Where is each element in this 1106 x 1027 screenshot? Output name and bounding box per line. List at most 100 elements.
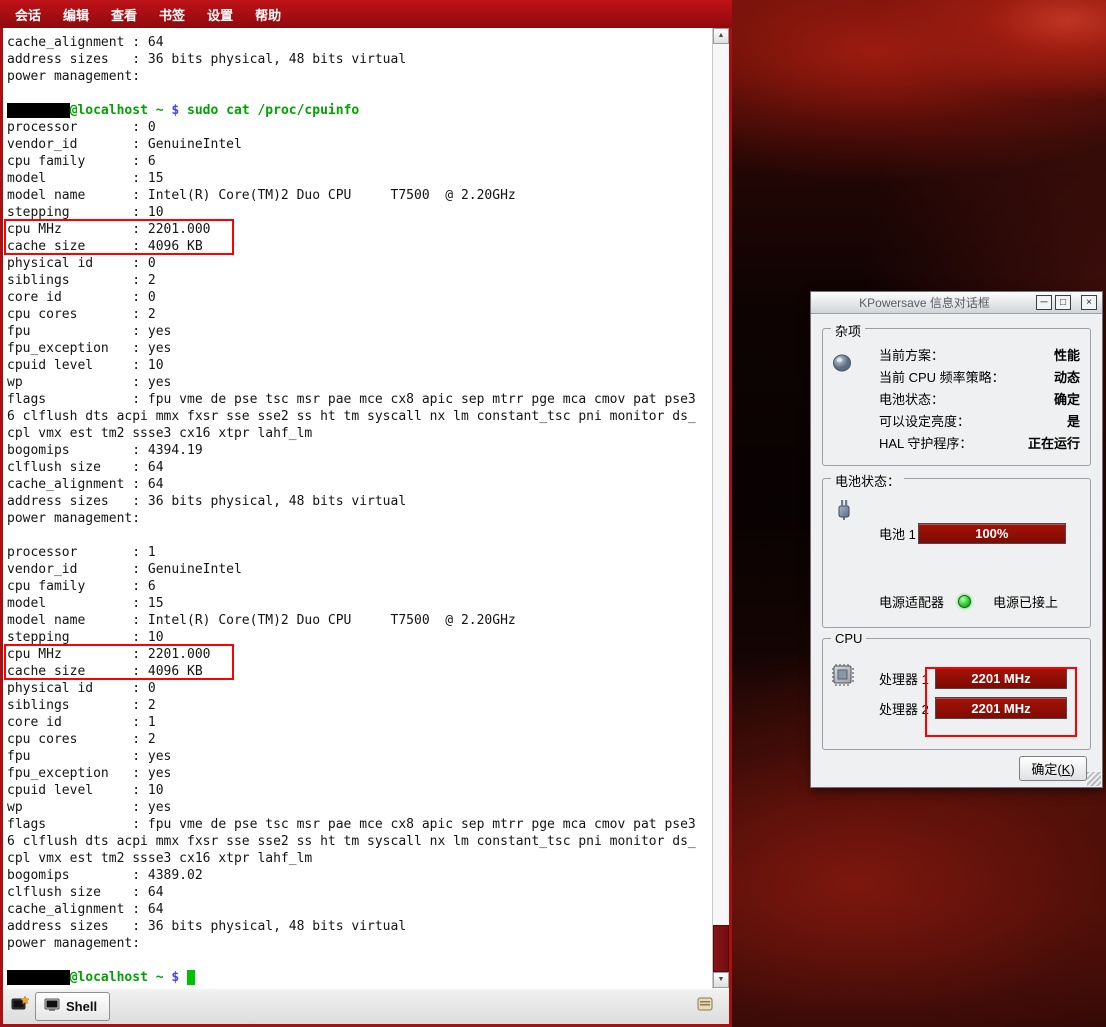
cpu-frequency-bar: 2201 MHz bbox=[935, 667, 1067, 689]
terminal-line: processor : 0 bbox=[7, 119, 712, 136]
resize-grip[interactable] bbox=[1087, 772, 1101, 786]
terminal-line: power management: bbox=[7, 935, 712, 952]
terminal-line: cache_alignment : 64 bbox=[7, 34, 712, 51]
info-row: 当前方案： 性能 bbox=[879, 343, 1080, 365]
info-label: 电池状态： bbox=[879, 389, 944, 408]
terminal-line: model : 15 bbox=[7, 170, 712, 187]
terminal-scrollbar[interactable]: ▲ ▼ bbox=[712, 28, 729, 988]
battery-row: 电池 1 100% bbox=[879, 523, 1080, 544]
adapter-row: 电源适配器 电源已接上 bbox=[879, 592, 1080, 611]
adapter-led-indicator bbox=[958, 595, 971, 608]
info-row: HAL 守护程序：正在运行 bbox=[879, 431, 1080, 453]
terminal-line: fpu_exception : yes bbox=[7, 340, 712, 357]
terminal-text-span: cache size : 4096 KB bbox=[7, 664, 203, 679]
close-button[interactable]: × bbox=[1081, 295, 1097, 310]
dialog-body: 杂项 当前方案：性能当前 CPU 频率策略：动态电池状态：确定可以设定亮度：是H… bbox=[811, 314, 1102, 789]
scrollbar-up-button[interactable]: ▲ bbox=[713, 28, 729, 44]
terminal-line: processor : 1 bbox=[7, 544, 712, 561]
terminal-line: stepping : 10 bbox=[7, 204, 712, 221]
terminal-text-span: physical id : 0 bbox=[7, 681, 156, 696]
terminal-line: cpu family : 6 bbox=[7, 153, 712, 170]
tab-bar: Shell bbox=[3, 988, 729, 1024]
terminal-text-span: power management: bbox=[7, 511, 140, 526]
terminal-text-span: flags : fpu vme de pse tsc msr pae mce c… bbox=[7, 392, 696, 407]
scrollbar-track[interactable] bbox=[713, 44, 729, 972]
misc-group-title: 杂项 bbox=[831, 321, 865, 340]
terminal-text-span: power management: bbox=[7, 69, 140, 84]
menu-session[interactable]: 会话 bbox=[4, 2, 52, 27]
menubar: 会话编辑查看书签设置帮助 bbox=[0, 0, 732, 28]
terminal-text-span: core id : 1 bbox=[7, 715, 156, 730]
terminal-line: flags : fpu vme de pse tsc msr pae mce c… bbox=[7, 816, 712, 833]
dialog-button-row: 确定(K) bbox=[822, 756, 1091, 781]
terminal-text-span: cpu family : 6 bbox=[7, 579, 156, 594]
battery-icon bbox=[833, 497, 855, 524]
new-session-button[interactable] bbox=[7, 993, 33, 1021]
terminal-line: flags : fpu vme de pse tsc msr pae mce c… bbox=[7, 391, 712, 408]
terminal-text-span: cpu family : 6 bbox=[7, 154, 156, 169]
session-list-button[interactable] bbox=[693, 995, 717, 1019]
terminal-lines: cache_alignment : 64address sizes : 36 b… bbox=[7, 34, 712, 986]
redacted-username bbox=[7, 970, 70, 985]
battery-progressbar: 100% bbox=[918, 523, 1066, 544]
terminal-line: cpu MHz : 2201.000 bbox=[7, 646, 712, 663]
misc-rows: 当前方案：性能当前 CPU 频率策略：动态电池状态：确定可以设定亮度：是HAL … bbox=[879, 343, 1080, 453]
minimize-button[interactable]: ─ bbox=[1036, 295, 1052, 310]
terminal-text-span: clflush size : 64 bbox=[7, 460, 164, 475]
terminal-text-span: cpu cores : 2 bbox=[7, 307, 156, 322]
maximize-button[interactable]: □ bbox=[1055, 295, 1071, 310]
ok-button[interactable]: 确定(K) bbox=[1019, 756, 1087, 781]
menu-view[interactable]: 查看 bbox=[100, 2, 148, 27]
terminal-line: wp : yes bbox=[7, 374, 712, 391]
info-value: 是 bbox=[1067, 411, 1080, 430]
terminal-line: @localhost ~ $ bbox=[7, 969, 712, 986]
terminal-line: core id : 1 bbox=[7, 714, 712, 731]
terminal-line: address sizes : 36 bits physical, 48 bit… bbox=[7, 918, 712, 935]
info-label: HAL 守护程序： bbox=[879, 433, 972, 452]
battery-percent: 100% bbox=[975, 526, 1008, 541]
terminal-line: bogomips : 4394.19 bbox=[7, 442, 712, 459]
terminal-view[interactable]: cache_alignment : 64address sizes : 36 b… bbox=[3, 28, 729, 988]
info-value: 性能 bbox=[1054, 345, 1080, 364]
terminal-line: bogomips : 4389.02 bbox=[7, 867, 712, 884]
processor-label: 处理器 2 bbox=[879, 699, 935, 718]
terminal-text-span: address sizes : 36 bits physical, 48 bit… bbox=[7, 919, 406, 934]
terminal-line: cpu cores : 2 bbox=[7, 306, 712, 323]
info-value: 确定 bbox=[1054, 389, 1080, 408]
menu-edit[interactable]: 编辑 bbox=[52, 2, 100, 27]
tab-shell[interactable]: Shell bbox=[35, 992, 110, 1021]
info-row: 电池状态： 确定 bbox=[879, 387, 1080, 409]
terminal-text-span: cache_alignment : 64 bbox=[7, 902, 164, 917]
terminal-text-span: address sizes : 36 bits physical, 48 bit… bbox=[7, 52, 406, 67]
scrollbar-thumb[interactable] bbox=[713, 925, 729, 972]
terminal-line: fpu_exception : yes bbox=[7, 765, 712, 782]
terminal-text-span: address sizes : 36 bits physical, 48 bit… bbox=[7, 494, 406, 509]
terminal-text-span bbox=[179, 970, 187, 985]
terminal-line: model name : Intel(R) Core(TM)2 Duo CPU … bbox=[7, 612, 712, 629]
terminal-text-span: vendor_id : GenuineIntel bbox=[7, 137, 242, 152]
terminal-line: cache_alignment : 64 bbox=[7, 901, 712, 918]
info-label: 当前方案： bbox=[879, 345, 944, 364]
dialog-title: KPowersave 信息对话框 bbox=[816, 294, 1033, 311]
terminal-line: physical id : 0 bbox=[7, 680, 712, 697]
terminal-text-span: bogomips : 4394.19 bbox=[7, 443, 203, 458]
terminal-line: address sizes : 36 bits physical, 48 bit… bbox=[7, 51, 712, 68]
terminal-line: vendor_id : GenuineIntel bbox=[7, 561, 712, 578]
info-row: 可以设定亮度： 是 bbox=[879, 409, 1080, 431]
menu-help[interactable]: 帮助 bbox=[244, 2, 292, 27]
terminal-text-span: fpu_exception : yes bbox=[7, 766, 171, 781]
menu-bookmarks[interactable]: 书签 bbox=[148, 2, 196, 27]
scrollbar-down-button[interactable]: ▼ bbox=[713, 972, 729, 988]
dialog-titlebar[interactable]: KPowersave 信息对话框 ─ □ × bbox=[811, 292, 1102, 314]
terminal-text-span bbox=[179, 103, 187, 118]
info-label: 可以设定亮度： bbox=[879, 411, 970, 430]
info-label: 当前 CPU 频率策略： bbox=[879, 367, 1005, 386]
info-row: 当前 CPU 频率策略：动态 bbox=[879, 365, 1080, 387]
terminal-text-span: model : 15 bbox=[7, 171, 164, 186]
terminal-text-span: cpu cores : 2 bbox=[7, 732, 156, 747]
menu-settings[interactable]: 设置 bbox=[196, 2, 244, 27]
terminal-icon bbox=[44, 998, 60, 1015]
terminal-output[interactable]: cache_alignment : 64address sizes : 36 b… bbox=[3, 28, 712, 988]
terminal-text-span: cpu MHz : 2201.000 bbox=[7, 222, 211, 237]
cpu-group: CPU 处理器 12201 MHz处理器 22201 MHz bbox=[822, 638, 1091, 750]
